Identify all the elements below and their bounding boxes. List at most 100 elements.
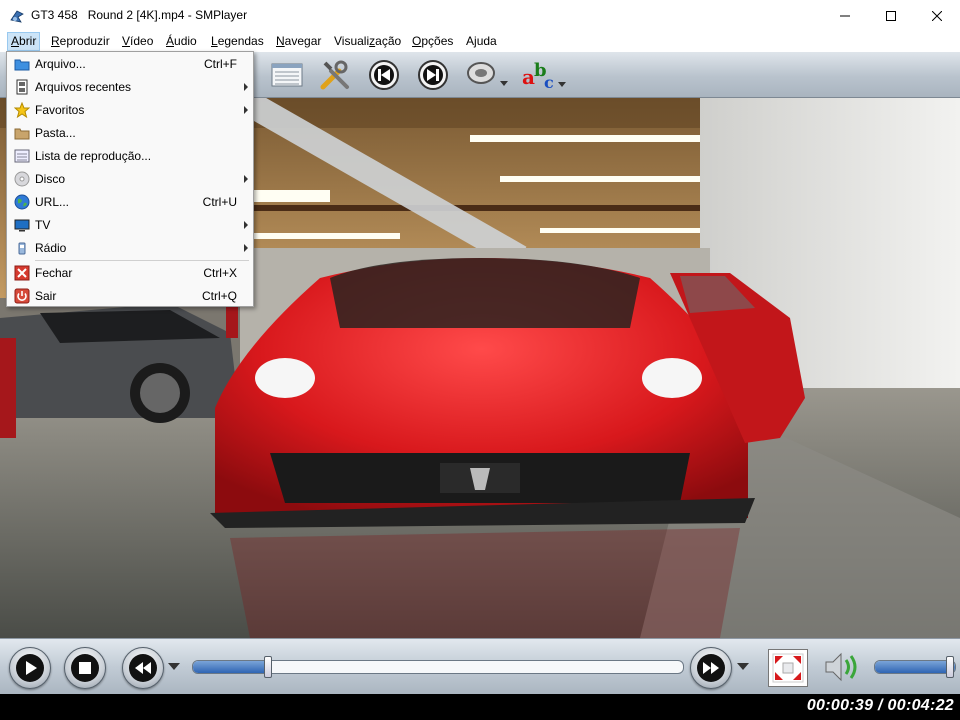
menu-reproduzir[interactable]: Reproduzir [48, 33, 113, 50]
menu-abrir[interactable]: Abrir [7, 32, 41, 51]
forward-menu-arrow-icon[interactable] [737, 663, 749, 670]
status-bar: 00:00:39 / 00:04:22 [0, 694, 960, 720]
menu-navegar[interactable]: Navegar [273, 33, 324, 50]
stop-icon [71, 654, 99, 682]
next-track-button[interactable] [416, 58, 450, 92]
title-bar[interactable]: GT3 458 Round 2 [4K].mp4 - SMPlayer [0, 0, 960, 31]
menu-label: Vídeo [122, 34, 154, 48]
control-bar [0, 638, 960, 695]
playlist-icon [14, 149, 30, 163]
menu-ajuda[interactable]: Ajuda [463, 33, 500, 50]
menu-item-radio[interactable]: Rádio [7, 237, 253, 259]
menu-label: Ajuda [466, 34, 497, 48]
menu-item-shortcut: Ctrl+Q [201, 289, 237, 303]
submenu-arrow-icon [244, 244, 248, 252]
menu-item-label: TV [35, 218, 51, 232]
menu-item-tv[interactable]: TV [7, 214, 253, 236]
stop-button[interactable] [64, 647, 106, 689]
radio-icon [18, 242, 26, 255]
disc-icon [14, 171, 30, 187]
menu-label: Legendas [211, 34, 264, 48]
menu-visualizacao[interactable]: Visualização [331, 33, 404, 50]
volume-slider[interactable] [874, 660, 956, 674]
forward-icon [697, 654, 725, 682]
fullscreen-button[interactable] [768, 649, 808, 687]
next-track-icon [418, 60, 448, 90]
volume-slider-handle[interactable] [946, 656, 954, 678]
previous-track-icon [369, 60, 399, 90]
menu-label: Visualização [334, 34, 402, 48]
audio-track-icon [467, 62, 508, 86]
fullscreen-icon [772, 653, 804, 683]
menu-item-label: Arquivo... [35, 57, 86, 71]
menu-video[interactable]: Vídeo [119, 33, 156, 50]
menu-item-label: Fechar [35, 266, 73, 280]
window-title: GT3 458 Round 2 [4K].mp4 - SMPlayer [31, 8, 248, 22]
play-icon [16, 654, 44, 682]
menu-item-shortcut: Ctrl+U [202, 195, 237, 209]
menu-item-lista-de-reproducao[interactable]: Lista de reprodução... [7, 145, 253, 167]
menu-separator [35, 260, 249, 261]
rewind-button[interactable] [122, 647, 164, 689]
playlist-icon [271, 63, 303, 87]
menu-audio[interactable]: Áudio [163, 33, 200, 50]
menu-item-url[interactable]: URL... Ctrl+U [7, 191, 253, 213]
smplayer-app-icon [10, 10, 24, 23]
playlist-button[interactable] [270, 58, 304, 92]
preferences-tools-icon [320, 60, 349, 90]
menu-item-label: Pasta... [35, 126, 76, 140]
menu-label: Abrir [11, 34, 37, 48]
menu-item-label: Rádio [35, 241, 67, 255]
menu-item-fechar[interactable]: Fechar Ctrl+X [7, 262, 253, 284]
menu-item-label: Sair [35, 289, 57, 303]
tv-icon [14, 219, 30, 232]
minimize-button[interactable] [822, 0, 868, 31]
menu-item-label: Lista de reprodução... [35, 149, 152, 163]
power-icon [14, 288, 30, 304]
seek-bar-handle[interactable] [264, 656, 273, 678]
previous-track-button[interactable] [367, 58, 401, 92]
menu-opcoes[interactable]: Opções [409, 33, 456, 50]
subtitles-icon: a b c [522, 60, 566, 92]
play-button[interactable] [9, 647, 51, 689]
rewind-menu-arrow-icon[interactable] [168, 663, 180, 670]
menu-item-sair[interactable]: Sair Ctrl+Q [7, 285, 253, 307]
menu-item-arquivo[interactable]: Arquivo... Ctrl+F [7, 53, 253, 75]
menu-item-shortcut: Ctrl+F [204, 57, 237, 71]
audio-track-button[interactable] [464, 58, 508, 92]
film-strip-icon [16, 79, 28, 95]
mute-button[interactable] [822, 648, 862, 686]
menu-item-label: Disco [35, 172, 66, 186]
preferences-button[interactable] [318, 58, 352, 92]
svg-text:c: c [544, 73, 554, 92]
menu-item-arquivos-recentes[interactable]: Arquivos recentes [7, 76, 253, 98]
submenu-arrow-icon [244, 83, 248, 91]
menu-item-disco[interactable]: Disco [7, 168, 253, 190]
menu-item-label: URL... [35, 195, 70, 209]
menu-label: Reproduzir [51, 34, 110, 48]
menu-item-label: Favoritos [35, 103, 85, 117]
forward-button[interactable] [690, 647, 732, 689]
close-icon [932, 10, 942, 21]
menu-label: Opções [412, 34, 454, 48]
folder-icon [14, 128, 30, 140]
maximize-icon [886, 10, 896, 21]
menu-legendas[interactable]: Legendas [208, 33, 267, 50]
globe-icon [14, 194, 30, 210]
menu-label: Áudio [166, 34, 197, 48]
volume-icon [825, 652, 857, 682]
abrir-dropdown-menu: Arquivo... Ctrl+F Arquivos recentes Favo… [6, 51, 254, 307]
submenu-arrow-icon [244, 221, 248, 229]
star-icon [14, 102, 30, 118]
menu-label: Navegar [276, 34, 322, 48]
close-button[interactable] [914, 0, 960, 31]
subtitles-button[interactable]: a b c [520, 58, 566, 92]
menu-item-pasta[interactable]: Pasta... [7, 122, 253, 144]
volume-slider-fill [875, 661, 955, 673]
menu-item-label: Arquivos recentes [35, 80, 132, 94]
menu-item-favoritos[interactable]: Favoritos [7, 99, 253, 121]
maximize-button[interactable] [868, 0, 914, 31]
seek-bar-fill [193, 661, 269, 673]
submenu-arrow-icon [244, 106, 248, 114]
folder-blue-icon [14, 59, 30, 71]
